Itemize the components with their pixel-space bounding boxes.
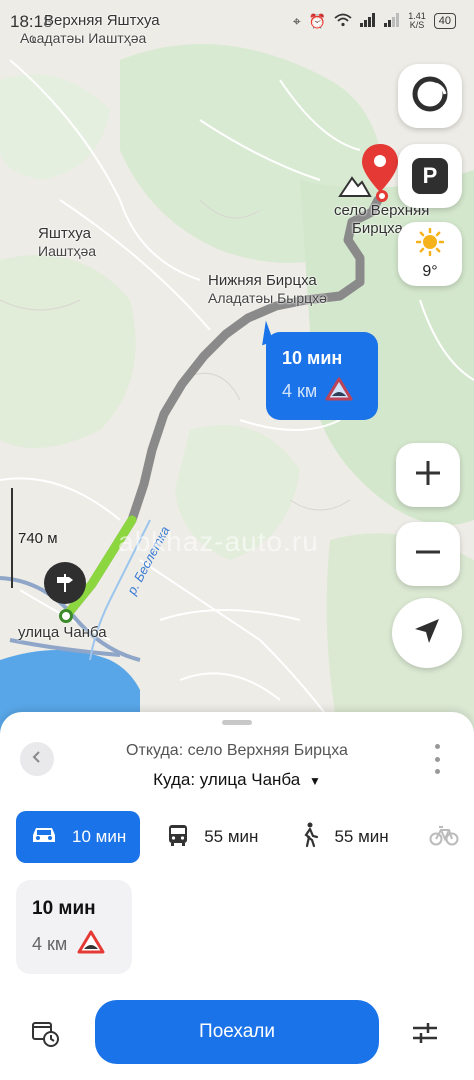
route-option-card[interactable]: 10 мин 4 км <box>16 880 132 974</box>
sun-icon <box>415 227 445 261</box>
more-menu-button[interactable] <box>430 744 444 774</box>
route-distance: 4 км <box>282 381 318 401</box>
mode-time: 55 мин <box>204 827 259 846</box>
route-sheet: Откуда: село Верхняя Бирцха Куда: улица … <box>0 712 474 1080</box>
minus-icon <box>414 538 442 571</box>
transport-mode-tabs: 10 мин 55 мин 55 мин 18 <box>16 811 474 863</box>
parking-button[interactable]: P <box>398 144 462 208</box>
mode-tab-transit[interactable]: 55 мин <box>152 811 272 863</box>
route-option-distance: 4 км <box>32 934 68 954</box>
mode-tab-bike[interactable]: 18 <box>415 811 474 863</box>
place-label: Аладатәы Бырцхә <box>208 290 327 306</box>
alice-button[interactable] <box>398 64 462 128</box>
mode-tab-walk[interactable]: 55 мин <box>284 811 402 863</box>
route-option-distance-row: 4 км <box>32 930 116 959</box>
calendar-clock-icon <box>30 1022 60 1052</box>
route-end-dot <box>376 190 388 202</box>
signal-icon <box>360 12 376 30</box>
weather-temperature: 9° <box>422 262 438 280</box>
destination-label: улица Чанба <box>18 624 107 641</box>
place-label: Бирцха <box>352 220 403 237</box>
bottom-action-bar: Поехали <box>0 1000 474 1066</box>
sliders-icon <box>410 1023 440 1052</box>
car-icon <box>30 825 58 850</box>
zoom-out-button[interactable] <box>396 522 460 586</box>
navigation-arrow-icon <box>412 616 442 651</box>
route-distance-row: 4 км <box>282 377 362 406</box>
map-view[interactable]: 18:18 ⌖ ⏰ 1.41 K/S 40 Верхняя Яштхуа Аҩа… <box>0 0 474 740</box>
watermark: abkhaz-auto.ru <box>118 526 319 557</box>
my-location-button[interactable] <box>392 598 462 668</box>
dot <box>434 756 440 762</box>
from-field[interactable]: Откуда: село Верхняя Бирцха <box>0 742 474 760</box>
road-bump-icon <box>325 377 353 406</box>
bus-icon <box>166 823 190 852</box>
network-speed: 1.41 K/S <box>408 12 426 30</box>
speed-unit: K/S <box>409 20 425 30</box>
sheet-handle[interactable] <box>222 720 252 725</box>
route-start-icon[interactable] <box>44 562 86 604</box>
parking-icon: P <box>412 158 448 194</box>
mode-time: 55 мин <box>334 827 389 846</box>
dot <box>434 744 440 749</box>
place-label: Аҩадатәы Иаштҳәа <box>20 30 147 46</box>
route-bubble[interactable]: 10 мин 4 км <box>266 332 378 420</box>
route-settings-button[interactable] <box>410 1018 442 1050</box>
route-option-time: 10 мин <box>32 898 96 919</box>
walk-icon <box>298 822 320 853</box>
caret-down-icon: ▼ <box>308 774 321 788</box>
weather-button[interactable]: 9° <box>398 222 462 286</box>
location-icon: ⌖ <box>292 12 301 29</box>
route-start-dot <box>59 609 73 623</box>
place-label: Яштхуа <box>38 225 91 242</box>
battery-indicator: 40 <box>433 13 456 29</box>
place-label: Верхняя Яштхуа <box>44 12 160 29</box>
alice-icon <box>410 74 450 119</box>
status-icons: ⌖ ⏰ 1.41 K/S 40 <box>293 12 456 30</box>
schedule-button[interactable] <box>30 1018 62 1050</box>
plus-icon <box>414 459 442 492</box>
to-label: Куда: улица Чанба <box>153 770 301 789</box>
place-label: Иаштҳәа <box>38 243 97 259</box>
mode-time: 10 мин <box>72 827 127 846</box>
mode-tab-car[interactable]: 10 мин <box>16 811 141 863</box>
scale-label: 740 м <box>18 530 58 547</box>
to-field[interactable]: Куда: улица Чанба ▼ <box>0 770 474 790</box>
bike-icon <box>429 824 459 851</box>
road-bump-icon <box>77 930 105 959</box>
go-button[interactable]: Поехали <box>95 1000 379 1064</box>
signal-icon <box>384 12 400 30</box>
route-time: 10 мин <box>282 348 343 368</box>
place-label: Нижняя Бирцха <box>208 272 317 289</box>
zoom-in-button[interactable] <box>396 443 460 507</box>
alarm-icon: ⏰ <box>308 12 327 29</box>
wifi-icon <box>334 13 352 30</box>
dot <box>434 769 440 774</box>
